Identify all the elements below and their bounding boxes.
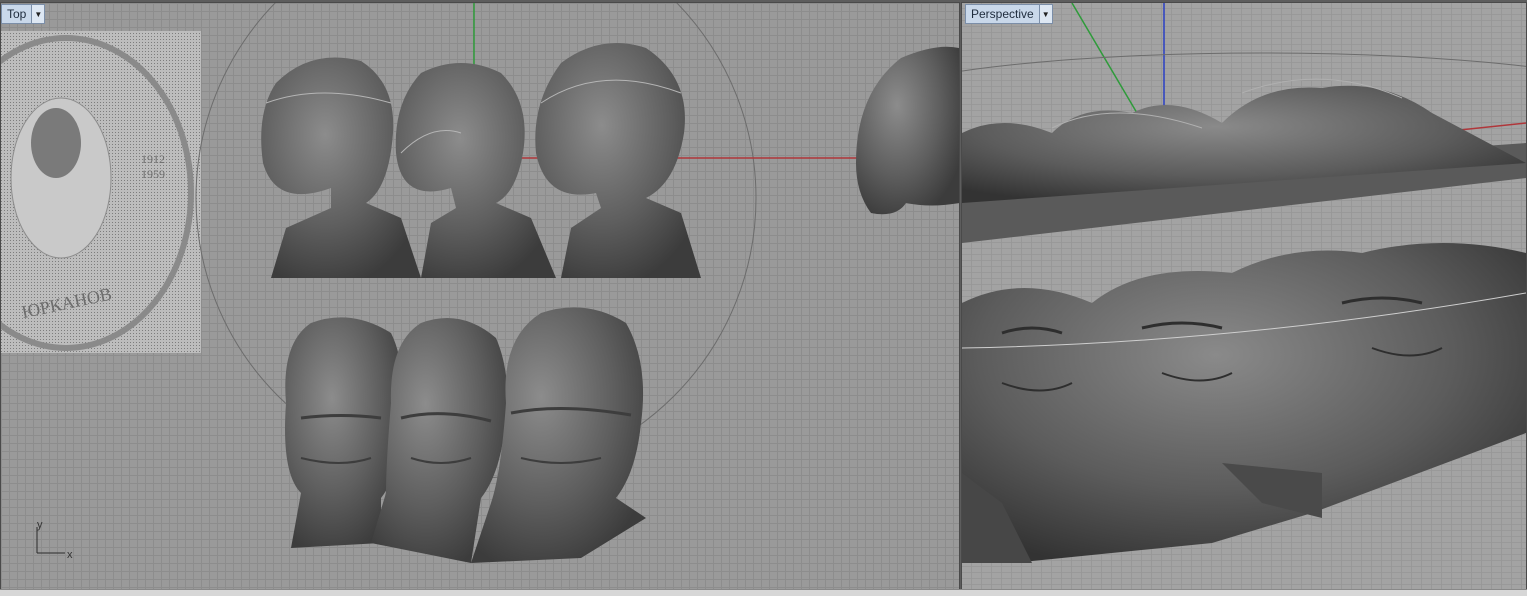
coin-year-bottom: 1959 — [141, 167, 165, 181]
top-viewport[interactable]: Top ▼ 1912 1959 ЮРКАНОВ y x — [0, 2, 960, 590]
viewport-title[interactable]: Perspective — [966, 5, 1039, 23]
top-viewport-tab[interactable]: Top ▼ — [1, 4, 46, 24]
viewport-title[interactable]: Top — [2, 5, 31, 23]
caret-down-icon[interactable]: ▼ — [31, 5, 45, 23]
caret-down-icon[interactable]: ▼ — [1038, 5, 1052, 23]
perspective-viewport-tab[interactable]: Perspective ▼ — [965, 4, 1053, 24]
reference-image: 1912 1959 ЮРКАНОВ — [1, 31, 201, 353]
coin-year-top: 1912 — [141, 152, 165, 166]
perspective-viewport[interactable]: Perspective ▼ — [961, 2, 1527, 590]
front-busts — [285, 307, 646, 563]
perspective-scene — [962, 3, 1526, 589]
x-axis-label: x — [67, 549, 73, 561]
top-scene: 1912 1959 ЮРКАНОВ — [1, 3, 959, 563]
profile-busts — [261, 43, 959, 279]
y-axis-label: y — [37, 519, 43, 531]
